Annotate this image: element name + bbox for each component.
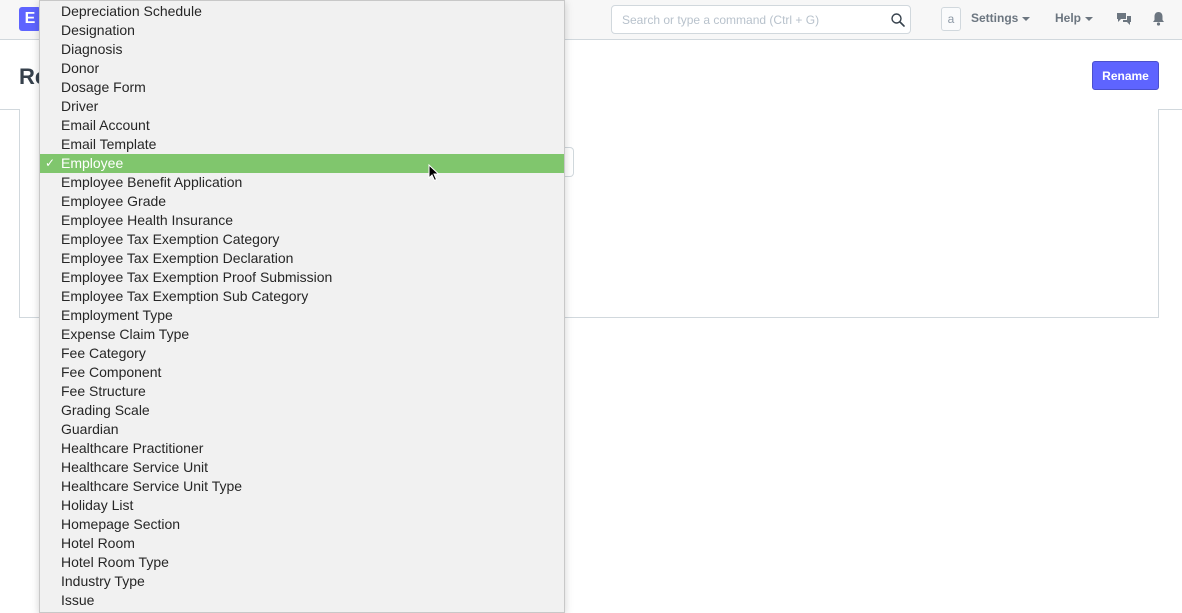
checkmark-icon: ✓ [45, 156, 56, 170]
bell-icon[interactable] [1152, 11, 1165, 26]
dropdown-option-label: Driver [61, 98, 99, 114]
dropdown-option[interactable]: Issue [40, 591, 564, 610]
dropdown-option[interactable]: Healthcare Service Unit [40, 458, 564, 477]
chat-icon[interactable] [1116, 12, 1132, 26]
dropdown-option-label: Homepage Section [61, 516, 181, 532]
dropdown-option[interactable]: Healthcare Practitioner [40, 439, 564, 458]
mouse-cursor-icon [428, 164, 440, 182]
dropdown-option[interactable]: Holiday List [40, 496, 564, 515]
dropdown-option[interactable]: Hotel Room [40, 534, 564, 553]
settings-dropdown[interactable]: Settings [971, 11, 1031, 25]
doctype-dropdown-list[interactable]: Depreciation Schedule Designation Diagnosi… [39, 0, 565, 613]
dropdown-option-label: Healthcare Practitioner [61, 440, 204, 456]
dropdown-option[interactable]: Industry Type [40, 572, 564, 591]
rename-button[interactable]: Rename [1092, 61, 1159, 90]
dropdown-option-label: Employee Benefit Application [61, 174, 243, 190]
settings-label: Settings [971, 11, 1019, 25]
avatar[interactable]: a [941, 7, 961, 31]
dropdown-option[interactable]: Diagnosis [40, 40, 564, 59]
dropdown-option[interactable]: Email Template [40, 135, 564, 154]
dropdown-option-label: Employee [61, 155, 124, 171]
dropdown-option[interactable]: Employment Type [40, 306, 564, 325]
dropdown-option[interactable]: Guardian [40, 420, 564, 439]
dropdown-option-label: Guardian [61, 421, 119, 437]
dropdown-option-label: Email Template [61, 136, 157, 152]
dropdown-option[interactable]: Employee Benefit Application [40, 173, 564, 192]
dropdown-option-label: Employment Type [61, 307, 173, 323]
dropdown-option[interactable]: Employee Health Insurance [40, 211, 564, 230]
help-dropdown[interactable]: Help [1055, 11, 1094, 25]
chevron-down-icon [1085, 16, 1094, 21]
dropdown-option-label: Donor [61, 60, 100, 76]
search-icon[interactable] [890, 12, 906, 28]
dropdown-option[interactable]: Fee Structure [40, 382, 564, 401]
dropdown-option-label: Employee Tax Exemption Category [61, 231, 280, 247]
dropdown-option[interactable]: Dosage Form [40, 78, 564, 97]
dropdown-option[interactable]: Expense Claim Type [40, 325, 564, 344]
dropdown-option-label: Hotel Room [61, 535, 135, 551]
dropdown-option[interactable]: Employee Tax Exemption Declaration [40, 249, 564, 268]
dropdown-option-label: Designation [61, 22, 135, 38]
dropdown-option[interactable]: Employee Tax Exemption Category [40, 230, 564, 249]
dropdown-option[interactable]: Employee Tax Exemption Proof Submission [40, 268, 564, 287]
dropdown-option[interactable]: Hotel Room Type [40, 553, 564, 572]
dropdown-option-label: Employee Tax Exemption Declaration [61, 250, 294, 266]
dropdown-option-label: Healthcare Service Unit [61, 459, 209, 475]
dropdown-option-label: Employee Health Insurance [61, 212, 233, 228]
dropdown-option[interactable]: Homepage Section [40, 515, 564, 534]
dropdown-option-label: Diagnosis [61, 41, 123, 57]
dropdown-option-label: Holiday List [61, 497, 134, 513]
dropdown-option-label: Grading Scale [61, 402, 150, 418]
dropdown-option-label: Fee Component [61, 364, 162, 380]
app-logo[interactable]: E [19, 7, 41, 31]
dropdown-option-label: Employee Tax Exemption Proof Submission [61, 269, 333, 285]
help-label: Help [1055, 11, 1082, 25]
dropdown-option[interactable]: Fee Category [40, 344, 564, 363]
dropdown-option-label: Industry Type [61, 573, 145, 589]
dropdown-option-label: Fee Structure [61, 383, 146, 399]
dropdown-option-label: Hotel Room Type [61, 554, 169, 570]
dropdown-option-label: Depreciation Schedule [61, 3, 202, 19]
dropdown-option[interactable]: Healthcare Service Unit Type [40, 477, 564, 496]
dropdown-option[interactable]: Employee Grade [40, 192, 564, 211]
dropdown-option-label: Healthcare Service Unit Type [61, 478, 243, 494]
dropdown-option-label: Expense Claim Type [61, 326, 190, 342]
dropdown-option[interactable]: Designation [40, 21, 564, 40]
dropdown-option[interactable]: Donor [40, 59, 564, 78]
dropdown-option-label: Dosage Form [61, 79, 146, 95]
dropdown-option[interactable]: Depreciation Schedule [40, 2, 564, 21]
dropdown-option-label: Issue [61, 592, 95, 608]
dropdown-option[interactable]: Email Account [40, 116, 564, 135]
dropdown-option-label: Employee Tax Exemption Sub Category [61, 288, 309, 304]
dropdown-option-selected[interactable]: ✓ Employee [40, 154, 564, 173]
search-input[interactable] [611, 5, 911, 34]
dropdown-option-label: Fee Category [61, 345, 146, 361]
dropdown-option-label: Employee Grade [61, 193, 167, 209]
dropdown-option[interactable]: Driver [40, 97, 564, 116]
dropdown-option[interactable]: Fee Component [40, 363, 564, 382]
dropdown-option[interactable]: Grading Scale [40, 401, 564, 420]
dropdown-option[interactable]: Employee Tax Exemption Sub Category [40, 287, 564, 306]
dropdown-option-label: Email Account [61, 117, 150, 133]
chevron-down-icon [1022, 16, 1031, 21]
